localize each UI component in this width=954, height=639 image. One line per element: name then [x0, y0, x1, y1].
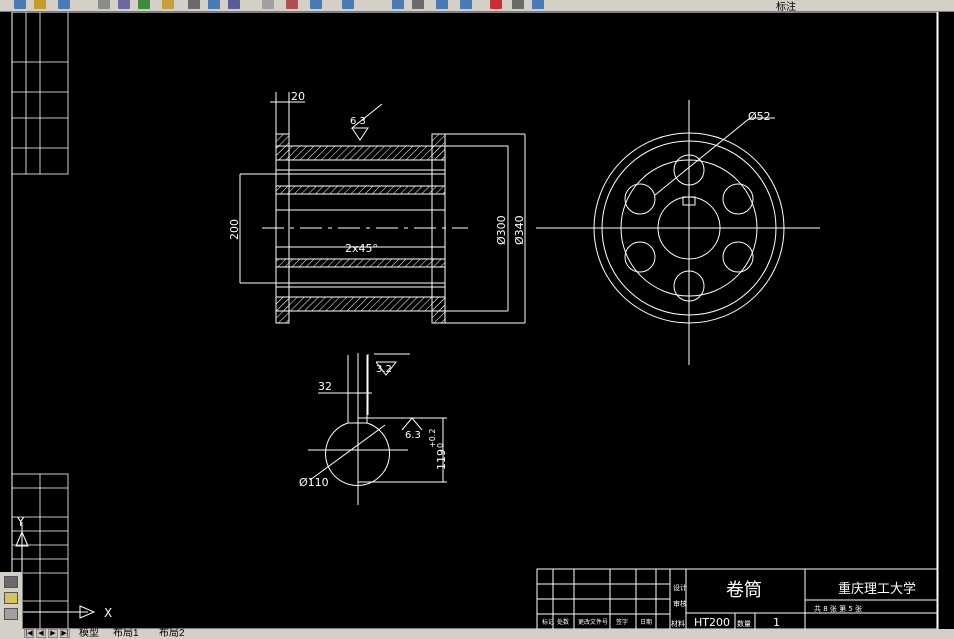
toolbar-button-icon[interactable]	[58, 0, 70, 9]
dim-tol-lower: 0	[436, 443, 445, 448]
dim-32: 32	[318, 380, 332, 393]
side-label-0: 设计	[673, 583, 687, 592]
prev-tab-icon[interactable]: ◀	[36, 629, 46, 638]
dim-119: 119	[435, 449, 448, 470]
last-tab-icon[interactable]: ▶|	[60, 629, 70, 638]
material: HT200	[694, 616, 730, 629]
roughness-3-2: 3.2	[376, 364, 392, 375]
ucs-x-label: X	[104, 606, 112, 620]
side-view	[536, 100, 820, 365]
roughness-6-3-b: 6.3	[405, 430, 421, 441]
drawing-border	[11, 12, 939, 629]
toolbar-button-icon[interactable]	[138, 0, 150, 9]
toolbar-button-icon[interactable]	[286, 0, 298, 9]
toolbar-button-icon[interactable]	[392, 0, 404, 9]
properties-icon[interactable]	[4, 592, 18, 604]
palette-icon[interactable]	[4, 608, 18, 620]
dim-110: Ø110	[299, 476, 329, 489]
layer-name[interactable]: 标注	[776, 0, 796, 11]
tab-model[interactable]: 模型	[76, 629, 102, 639]
toolbar-button-icon[interactable]	[460, 0, 472, 9]
tb-label-0: 标记	[542, 618, 554, 626]
dim-chamfer: 2x45°	[345, 242, 378, 255]
dim-300: Ø300	[495, 215, 508, 245]
toolbar-button-icon[interactable]	[98, 0, 110, 9]
tb-label-4: 日期	[640, 618, 652, 626]
toolbar-button-icon[interactable]	[436, 0, 448, 9]
quantity: 1	[773, 616, 780, 629]
sheet-info: 共 8 张 第 5 张	[814, 604, 862, 613]
toolbar-button-icon[interactable]	[14, 0, 26, 9]
drawing-canvas[interactable]: 20 6.3 200 2x45° Ø300 Ø340 Ø52 32 3.2 6.…	[0, 12, 954, 629]
toolbar-button-icon[interactable]	[342, 0, 354, 9]
roughness-6-3: 6.3	[350, 116, 366, 127]
tb-label-1: 处数	[557, 618, 569, 626]
toolbar-button-icon[interactable]	[532, 0, 544, 9]
next-tab-icon[interactable]: ▶	[48, 629, 58, 638]
toolbar-button-icon[interactable]	[34, 0, 46, 9]
dim-52: Ø52	[748, 110, 771, 123]
dim-200: 200	[228, 219, 241, 240]
shaft-section	[308, 353, 447, 505]
dim-340: Ø340	[513, 215, 526, 245]
toolbar-button-icon[interactable]	[228, 0, 240, 9]
toolbar-button-icon[interactable]	[262, 0, 274, 9]
left-toolbar	[0, 572, 23, 639]
toolbar-button-icon[interactable]	[310, 0, 322, 9]
toolbar-button-icon[interactable]	[512, 0, 524, 9]
side-label-1: 审核	[673, 599, 687, 608]
tab-layout1[interactable]: 布局1	[110, 629, 142, 639]
toolbar-button-icon[interactable]	[188, 0, 200, 9]
toolbar-button-icon[interactable]	[162, 0, 174, 9]
close-icon[interactable]	[4, 576, 18, 588]
toolbar-button-icon[interactable]	[490, 0, 502, 9]
toolbar: 标注	[0, 0, 954, 12]
layout-tabs: |◀ ◀ ▶ ▶| 模型 布局1 布局2	[22, 629, 954, 639]
ucs-icon	[15, 522, 96, 619]
company-name: 重庆理工大学	[838, 581, 916, 597]
toolbar-button-icon[interactable]	[118, 0, 130, 9]
section-view	[239, 92, 526, 324]
toolbar-button-icon[interactable]	[208, 0, 220, 9]
first-tab-icon[interactable]: |◀	[24, 629, 34, 638]
tb-label-3: 签字	[616, 618, 628, 626]
tb-label-2: 更改文件号	[578, 618, 608, 626]
tab-layout2[interactable]: 布局2	[156, 629, 188, 639]
title-block-texts: 卷筒 重庆理工大学 HT200 1 共 8 张 第 5 张 标记 处数 更改文件…	[542, 580, 916, 629]
toolbar-button-icon[interactable]	[412, 0, 424, 9]
ucs-y-label: Y	[16, 515, 25, 529]
material-label: 材料	[671, 619, 685, 628]
quantity-label: 数量	[737, 619, 751, 628]
dim-20: 20	[291, 90, 305, 103]
part-name: 卷筒	[726, 580, 762, 601]
